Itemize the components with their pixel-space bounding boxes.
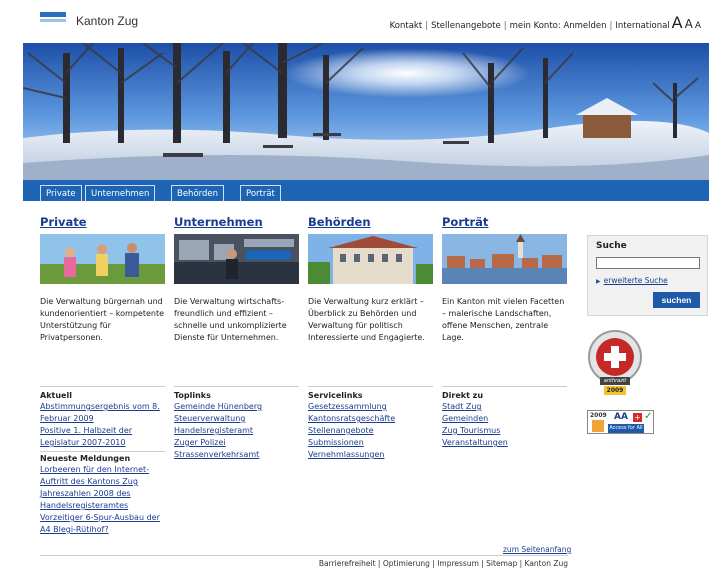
nav-tab-behoerden[interactable]: Behörden	[171, 185, 225, 201]
hero-winter-landscape-image	[23, 43, 709, 180]
font-size-medium-button[interactable]: A	[685, 17, 693, 31]
checkmark-icon: ✓	[644, 411, 653, 422]
access-label: Access for All	[608, 424, 644, 433]
toplink[interactable]: Handelsregisteramt	[174, 425, 299, 437]
footer-divider	[40, 555, 568, 556]
section-unternehmen: Unternehmen Die Verwaltung wirtschafts-f…	[174, 215, 299, 344]
aktuell-link[interactable]: Abstimmungsergebnis vom 8. Februar 2009	[40, 401, 165, 425]
portraet-photo[interactable]	[442, 234, 567, 284]
section-behoerden: Behörden Die Verwaltung kurz erklärt – Ü…	[308, 215, 433, 344]
stellenangebote-link[interactable]: Stellenangebote	[431, 21, 501, 31]
search-title: Suche	[596, 241, 627, 251]
section-title-behoerden[interactable]: Behörden	[308, 215, 433, 229]
toplink[interactable]: Steuerverwaltung	[174, 413, 299, 425]
direkt-link[interactable]: Zug Tourismus	[442, 425, 567, 437]
section-text-behoerden: Die Verwaltung kurz erklärt – Überblick …	[308, 297, 425, 342]
search-input[interactable]	[596, 257, 700, 269]
international-link[interactable]: International	[615, 21, 669, 31]
news-link[interactable]: Vorzeitiger 6-Spur-Ausbau der A4 Blegi-R…	[40, 512, 165, 536]
nav-tab-private[interactable]: Private	[40, 185, 82, 201]
section-title-private[interactable]: Private	[40, 215, 165, 229]
servicelink[interactable]: Submissionen	[308, 437, 433, 449]
advanced-search-link[interactable]: ▶ erweiterte Suche	[596, 276, 668, 285]
back-to-top-link[interactable]: zum Seitenanfang	[503, 545, 571, 554]
font-size-large-button[interactable]: A	[672, 13, 683, 32]
servicelink[interactable]: Gesetzessammlung	[308, 401, 433, 413]
swiss-cross-icon: +	[633, 413, 642, 422]
toplinks-title: Toplinks	[174, 391, 211, 400]
section-title-unternehmen[interactable]: Unternehmen	[174, 215, 299, 229]
unternehmen-photo[interactable]	[174, 234, 299, 284]
anmelden-link[interactable]: Anmelden	[563, 21, 606, 31]
kontakt-link[interactable]: Kontakt	[390, 21, 423, 31]
access-cross-icon	[592, 420, 604, 432]
news-title: Neueste Meldungen	[40, 451, 165, 463]
access-for-all-badge[interactable]: 2009 AA + ✓ Access for All	[587, 410, 654, 434]
section-text-private: Die Verwaltung bürgernah und kundenorien…	[40, 297, 165, 342]
access-aa: AA	[614, 412, 628, 422]
news-link[interactable]: Jahreszahlen 2008 des Handelsregisteramt…	[40, 488, 165, 512]
servicelink[interactable]: Kantonsratsgeschäfte	[308, 413, 433, 425]
section-text-unternehmen: Die Verwaltung wirtschafts-freundlich un…	[174, 297, 287, 342]
logo-mark	[40, 12, 66, 17]
logo-mark-light	[40, 19, 66, 22]
aktuell-title: Aktuell	[40, 391, 72, 400]
section-portraet: Porträt Ein Kanton mit vielen Facetten –…	[442, 215, 567, 344]
separator: |	[503, 21, 507, 31]
search-box: Suche ▶ erweiterte Suche suchen	[587, 235, 708, 316]
main-navigation: Private Unternehmen Behörden Porträt	[23, 180, 709, 201]
anthrazit-year: 2009	[606, 387, 624, 394]
aktuell-box: Aktuell Abstimmungsergebnis vom 8. Febru…	[40, 386, 165, 536]
toplink[interactable]: Gemeinde Hünenberg	[174, 401, 299, 413]
section-text-portraet: Ein Kanton mit vielen Facetten – maleris…	[442, 297, 565, 342]
toplink[interactable]: Strassenverkehrsamt	[174, 449, 299, 461]
behoerden-photo[interactable]	[308, 234, 433, 284]
arrow-right-icon: ▶	[596, 278, 601, 285]
site-title[interactable]: Kanton Zug	[76, 14, 138, 28]
section-private: Private Die Verwaltung bürgernah und kun…	[40, 215, 165, 344]
advanced-search-label[interactable]: erweiterte Suche	[604, 276, 668, 285]
separator: |	[425, 21, 429, 31]
footer-link-kanton-zug[interactable]: Kanton Zug	[525, 559, 568, 568]
footer-link-optimierung[interactable]: Optimierung	[383, 559, 430, 568]
direkt-title: Direkt zu	[442, 391, 484, 400]
direkt-box: Direkt zu Stadt Zug Gemeinden Zug Touris…	[442, 386, 567, 449]
servicelink[interactable]: Stellenangebote	[308, 425, 433, 437]
footer-link-impressum[interactable]: Impressum	[437, 559, 479, 568]
servicelink[interactable]: Vernehmlassungen	[308, 449, 433, 461]
footer-link-barrierefreiheit[interactable]: Barrierefreiheit	[319, 559, 376, 568]
nav-tab-portraet[interactable]: Porträt	[240, 185, 281, 201]
anthrazit-award-badge[interactable]: anthrazit 2009	[586, 330, 644, 396]
anthrazit-label: anthrazit	[603, 378, 627, 384]
news-link[interactable]: Lorbeeren für den Internet-Auftritt des …	[40, 464, 165, 488]
nav-tab-unternehmen[interactable]: Unternehmen	[85, 185, 156, 201]
separator: |	[609, 21, 613, 31]
direkt-link[interactable]: Veranstaltungen	[442, 437, 567, 449]
direkt-link[interactable]: Stadt Zug	[442, 401, 567, 413]
meta-navigation: Kontakt | Stellenangebote | mein Konto: …	[390, 13, 701, 32]
direkt-link[interactable]: Gemeinden	[442, 413, 567, 425]
konto-label: mein Konto:	[509, 21, 561, 31]
access-year: 2009	[590, 412, 607, 419]
servicelinks-title: Servicelinks	[308, 391, 363, 400]
aktuell-link[interactable]: Positive 1. Halbzeit der Legislatur 2007…	[40, 425, 165, 449]
footer-links: Barrierefreiheit | Optimierung | Impress…	[318, 559, 568, 568]
toplinks-box: Toplinks Gemeinde Hünenberg Steuerverwal…	[174, 386, 299, 461]
toplink[interactable]: Zuger Polizei	[174, 437, 299, 449]
footer-link-sitemap[interactable]: Sitemap	[486, 559, 517, 568]
font-size-small-button[interactable]: A	[695, 21, 701, 31]
servicelinks-box: Servicelinks Gesetzessammlung Kantonsrat…	[308, 386, 433, 461]
search-button[interactable]: suchen	[653, 292, 700, 308]
section-title-portraet[interactable]: Porträt	[442, 215, 567, 229]
private-photo[interactable]	[40, 234, 165, 284]
